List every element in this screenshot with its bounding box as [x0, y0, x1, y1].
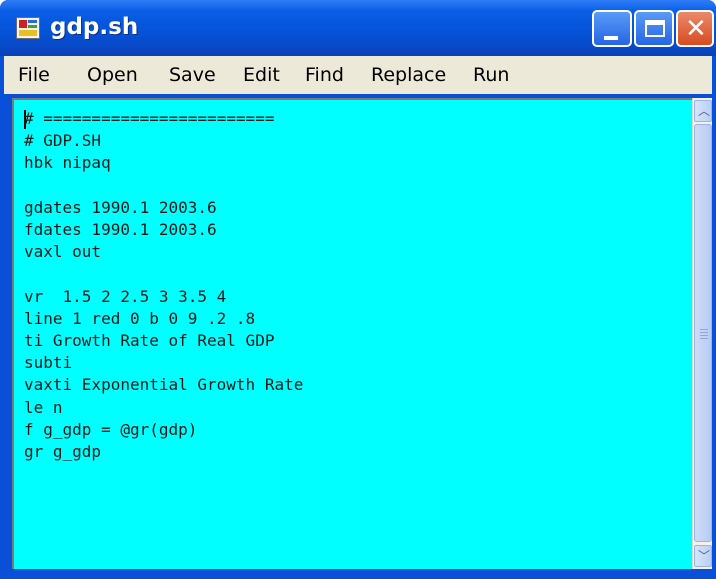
title-bar[interactable]: gdp.sh ✕ [0, 0, 716, 56]
menu-save[interactable]: Save [169, 64, 216, 86]
minimize-button[interactable] [592, 10, 632, 47]
menu-find[interactable]: Find [305, 64, 344, 86]
chevron-up-icon: ︿ [698, 104, 711, 118]
code-line[interactable] [24, 175, 303, 197]
code-line[interactable]: le n [24, 397, 303, 419]
code-line[interactable]: # GDP.SH [24, 130, 303, 152]
menu-open[interactable]: Open [87, 64, 138, 86]
maximize-icon [645, 20, 665, 37]
menu-run[interactable]: Run [473, 64, 509, 86]
close-button[interactable]: ✕ [676, 10, 714, 47]
menu-replace[interactable]: Replace [371, 64, 446, 86]
code-line[interactable]: subti [24, 352, 303, 374]
chevron-down-icon: ﹀ [698, 549, 711, 563]
text-editor[interactable]: # ======================== # GDP.SH hbk ni… [12, 98, 692, 569]
code-line[interactable] [24, 263, 303, 285]
code-line[interactable]: vaxti Exponential Growth Rate [24, 374, 303, 396]
menu-file[interactable]: File [18, 64, 50, 86]
code-text[interactable]: # ======================== # GDP.SH hbk ni… [24, 108, 303, 463]
editor-window: gdp.sh ✕ File Open Save Edit Find Replac… [0, 0, 716, 579]
code-line[interactable]: # ======================== [24, 108, 303, 130]
code-line[interactable]: ti Growth Rate of Real GDP [24, 330, 303, 352]
vertical-scrollbar[interactable]: ︿ ﹀ [692, 98, 712, 569]
scroll-thumb[interactable] [694, 124, 712, 542]
code-line[interactable]: hbk nipaq [24, 152, 303, 174]
menu-bar: File Open Save Edit Find Replace Run [4, 56, 712, 94]
code-line[interactable]: gdates 1990.1 2003.6 [24, 197, 303, 219]
code-line[interactable]: gr g_gdp [24, 441, 303, 463]
code-line[interactable]: vr 1.5 2 2.5 3 3.5 4 [24, 286, 303, 308]
scroll-up-button[interactable]: ︿ [694, 100, 712, 122]
code-line[interactable]: fdates 1990.1 2003.6 [24, 219, 303, 241]
app-icon[interactable] [16, 17, 40, 39]
code-line[interactable]: f g_gdp = @gr(gdp) [24, 419, 303, 441]
minimize-icon [604, 36, 618, 40]
scroll-down-button[interactable]: ﹀ [694, 545, 712, 567]
code-line[interactable]: vaxl out [24, 241, 303, 263]
window-bottom-border [0, 569, 716, 579]
menu-edit[interactable]: Edit [243, 64, 280, 86]
maximize-button[interactable] [634, 10, 674, 47]
window-title: gdp.sh [50, 14, 139, 40]
close-icon: ✕ [685, 14, 707, 44]
code-line[interactable]: line 1 red 0 b 0 9 .2 .8 [24, 308, 303, 330]
